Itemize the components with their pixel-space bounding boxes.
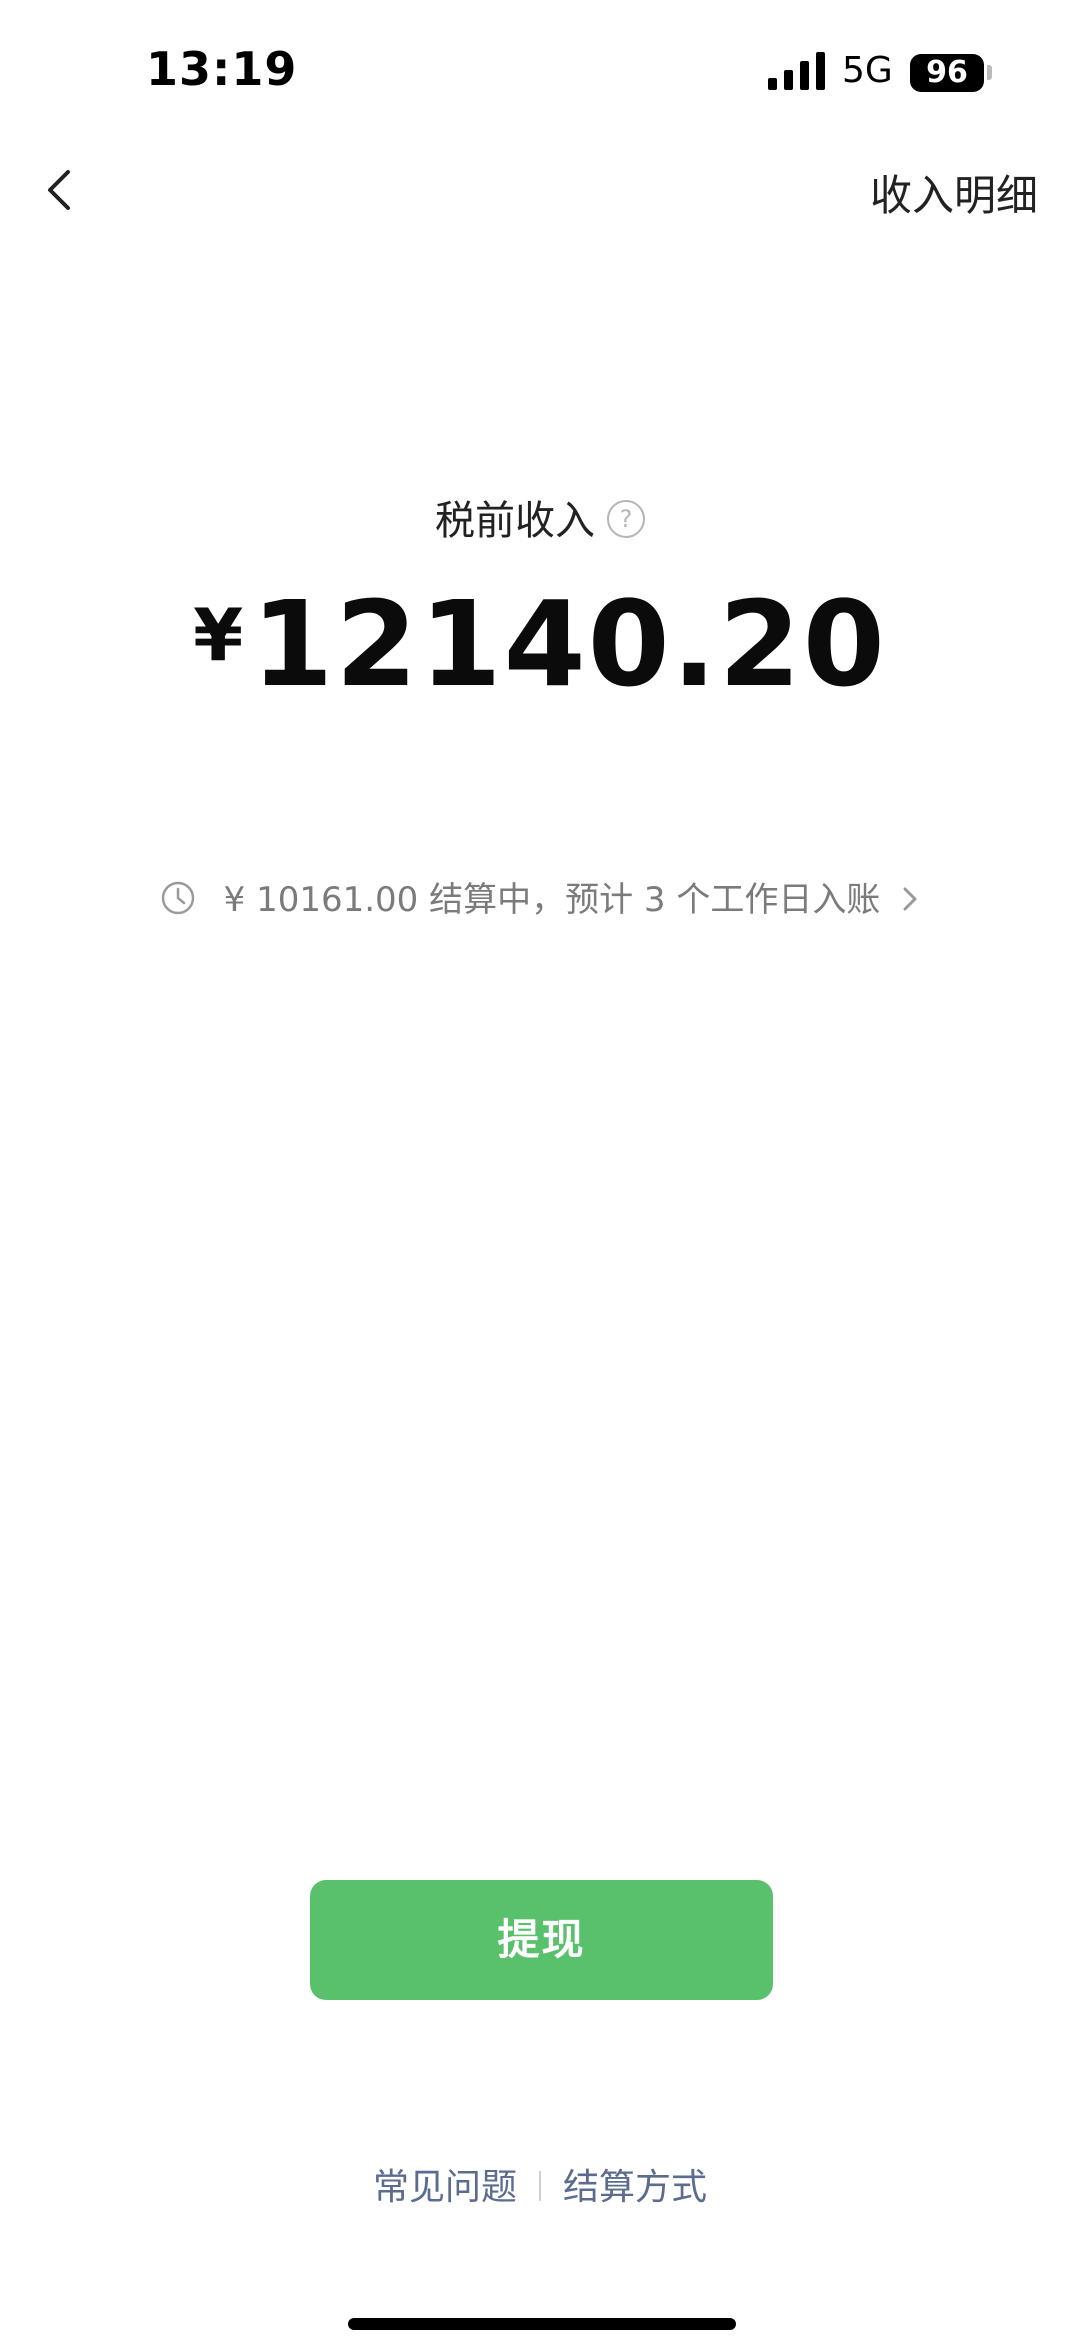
income-amount-row: ¥12140.20 bbox=[0, 575, 1080, 713]
battery-tip bbox=[987, 65, 992, 80]
currency-symbol: ¥ bbox=[193, 593, 244, 677]
pending-text: ¥ 10161.00 结算中，预计 3 个工作日入账 bbox=[223, 880, 881, 920]
signal-icon bbox=[768, 52, 825, 90]
income-label: 税前收入 bbox=[435, 498, 595, 544]
faq-link[interactable]: 常见问题 bbox=[373, 2167, 517, 2208]
home-indicator[interactable] bbox=[348, 2318, 736, 2330]
status-bar: 13:19 5G 96 bbox=[0, 0, 1080, 140]
status-time: 13:19 bbox=[146, 42, 298, 96]
footer-divider bbox=[539, 2171, 541, 2201]
battery-icon: 96 bbox=[910, 54, 984, 92]
footer-links: 常见问题 结算方式 bbox=[0, 2158, 1080, 2210]
chevron-right-icon bbox=[903, 887, 917, 910]
settlement-method-link[interactable]: 结算方式 bbox=[563, 2167, 707, 2208]
income-details-link[interactable]: 收入明细 bbox=[870, 162, 1038, 223]
clock-icon bbox=[161, 881, 194, 914]
back-button[interactable] bbox=[30, 160, 90, 220]
income-amount: 12140.20 bbox=[251, 575, 887, 713]
withdraw-button[interactable]: 提现 bbox=[310, 1880, 773, 2000]
network-type: 5G bbox=[842, 50, 893, 91]
help-icon[interactable]: ? bbox=[607, 500, 645, 538]
pending-settlement-row[interactable]: ¥ 10161.00 结算中，预计 3 个工作日入账 bbox=[0, 872, 1080, 921]
battery-level: 96 bbox=[926, 55, 968, 90]
income-label-row: 税前收入? bbox=[0, 488, 1080, 546]
